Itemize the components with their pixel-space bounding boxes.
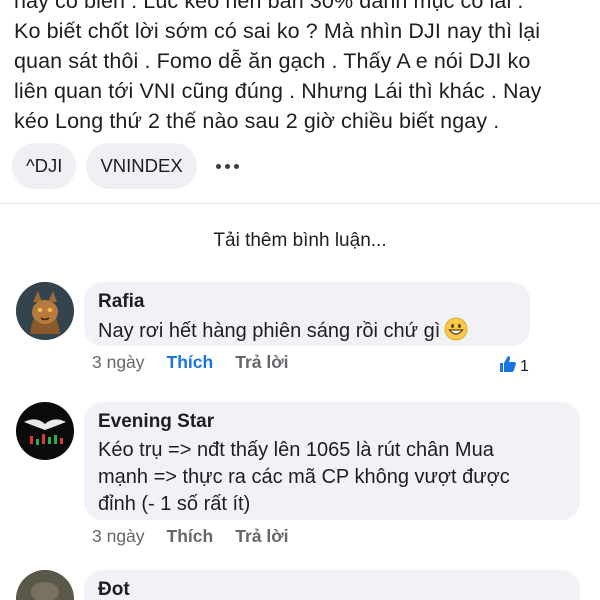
avatar[interactable] — [16, 402, 74, 460]
comment-bubble: Rafia Nay rơi hết hàng phiên sáng rồi ch… — [84, 282, 530, 346]
post-line: liên quan tới VNI cũng đúng . Nhưng Lái … — [14, 79, 542, 103]
comment-line: Kéo trụ => nđt thấy lên 1065 là rút chân… — [98, 439, 494, 461]
post-line: nay có biến . Lúc kéo nên bán 30% danh m… — [14, 0, 524, 13]
like-count: 1 — [520, 357, 529, 375]
grinning-face-icon — [444, 317, 468, 341]
comment-line: mạnh => thực ra các mã CP không vượt đượ… — [98, 466, 510, 488]
like-button[interactable]: Thích — [167, 526, 214, 547]
thumbs-up-icon — [498, 354, 518, 379]
comment-timestamp[interactable]: 3 ngày — [92, 352, 145, 373]
post-line: quan sát thôi . Fomo dễ ăn gạch . Thấy A… — [14, 49, 531, 73]
more-horizontal-icon[interactable] — [207, 143, 249, 189]
avatar[interactable] — [16, 282, 74, 340]
comment-author[interactable]: Evening Star — [98, 410, 566, 434]
comment-timestamp[interactable]: 3 ngày — [92, 526, 145, 547]
reply-button[interactable]: Trả lời — [235, 526, 288, 547]
tag-dji[interactable]: ^DJI — [12, 143, 77, 189]
post-tags: ^DJI VNINDEX — [12, 143, 249, 189]
reply-button[interactable]: Trả lời — [235, 352, 288, 373]
post-line: Ko biết chốt lời sớm có sai ko ? Mà nhìn… — [14, 19, 541, 43]
reaction-count[interactable]: 1 — [498, 354, 529, 379]
comment-bubble: Đot — [84, 570, 580, 600]
comment-line: đỉnh (- 1 số rất ít) — [98, 493, 251, 515]
comment-bubble: Evening Star Kéo trụ => nđt thấy lên 106… — [84, 402, 580, 520]
comment-actions: 3 ngày Thích Trả lời — [92, 526, 289, 547]
comment-text: Nay rơi hết hàng phiên sáng rồi chứ gì — [98, 317, 516, 345]
comment-author[interactable]: Rafia — [98, 290, 516, 314]
tag-vnindex[interactable]: VNINDEX — [86, 143, 197, 189]
like-button[interactable]: Thích — [167, 352, 214, 373]
comment-text: Kéo trụ => nđt thấy lên 1065 là rút chân… — [98, 437, 566, 518]
post-line: kéo Long thứ 2 thế nào sau 2 giờ chiều b… — [14, 109, 500, 133]
divider — [0, 203, 600, 204]
load-more-comments-link[interactable]: Tải thêm bình luận... — [0, 230, 600, 252]
comment-author[interactable]: Đot — [98, 578, 566, 600]
post-body: nay có biến . Lúc kéo nên bán 30% danh m… — [14, 0, 586, 136]
avatar[interactable] — [16, 570, 74, 600]
comment-actions: 3 ngày Thích Trả lời — [92, 352, 289, 373]
comment-line: Nay rơi hết hàng phiên sáng rồi chứ gì — [98, 320, 441, 342]
